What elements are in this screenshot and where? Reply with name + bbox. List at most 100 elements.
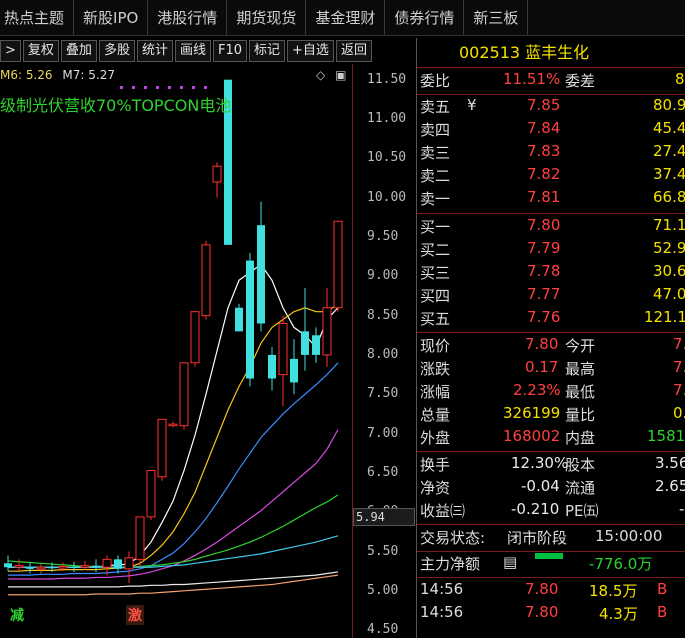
toolbar-button-2[interactable]: 叠加 xyxy=(60,40,97,62)
bid-label: 买五 xyxy=(420,310,451,328)
divider xyxy=(417,524,685,525)
marker-dot xyxy=(120,86,123,89)
fund-value-2: - xyxy=(679,500,685,518)
marker-dot xyxy=(180,86,183,89)
bid-volume: 52.9 xyxy=(653,239,685,257)
stat-label: 总量 xyxy=(420,406,451,424)
price-tick: 6.50 xyxy=(367,464,399,480)
ask-label: 卖二 xyxy=(420,167,451,185)
weibi-value: 11.51% xyxy=(503,70,561,88)
ask-row[interactable]: 卖四 7.84 45.4 xyxy=(417,119,685,142)
candle xyxy=(36,564,46,574)
stat-row: 总量 326199量比 0. xyxy=(417,404,685,427)
price-tick: 11.00 xyxy=(367,111,407,127)
marker-dot xyxy=(156,86,159,89)
candle xyxy=(290,339,298,395)
bid-label: 买二 xyxy=(420,241,451,259)
bid-row[interactable]: 买五 7.76 121.1 xyxy=(417,308,685,331)
price-tick: 8.00 xyxy=(367,346,399,362)
toolbar-button-6[interactable]: F10 xyxy=(212,40,248,62)
candle xyxy=(124,551,134,583)
ask-row[interactable]: 卖五 ¥7.85 80.9 xyxy=(417,96,685,119)
nav-item-3[interactable]: 期货现货 xyxy=(227,0,307,36)
ask-row[interactable]: 卖二 7.82 37.4 xyxy=(417,165,685,188)
stat-value-2: 1581 xyxy=(647,427,685,445)
ask-row[interactable]: 卖一 7.81 66.8 xyxy=(417,188,685,211)
candle xyxy=(278,315,288,407)
ask-mark: ¥ xyxy=(467,96,477,114)
trade-status-time: 15:00:00 xyxy=(595,527,663,545)
main-net-bar xyxy=(535,553,563,559)
ask-row[interactable]: 卖三 7.83 27.4 xyxy=(417,142,685,165)
signal-label-mid: 激 xyxy=(126,605,144,625)
toolbar-button-1[interactable]: 复权 xyxy=(22,40,59,62)
candle xyxy=(312,327,320,363)
trade-status-value: 闭市阶段 xyxy=(507,529,568,547)
fund-value-2: 2.65 xyxy=(655,477,685,495)
ask-volume: 80.9 xyxy=(653,96,685,114)
toolbar-button-5[interactable]: 画线 xyxy=(174,40,211,62)
stat-label-2: 今开 xyxy=(565,337,596,355)
candle xyxy=(4,555,12,572)
price-tick: 9.50 xyxy=(367,228,399,244)
bid-row[interactable]: 买一 7.80 71.1 xyxy=(417,216,685,239)
toolbar-button-8[interactable]: +自选 xyxy=(287,40,334,62)
candle xyxy=(179,362,189,430)
toolbar-button-9[interactable]: 返回 xyxy=(335,40,372,62)
bid-price: 7.79 xyxy=(527,239,561,257)
candle xyxy=(26,562,34,574)
ask-volume: 37.4 xyxy=(653,165,685,183)
stat-value: 168002 xyxy=(503,427,561,445)
ma-line-3 xyxy=(8,429,339,580)
list-icon[interactable]: ▤ xyxy=(503,553,517,571)
fund-row: 净资 -0.04 流通 2.65 xyxy=(417,477,685,500)
fund-label-2: 股本 xyxy=(565,456,596,474)
ask-price: 7.83 xyxy=(527,142,561,160)
candle xyxy=(301,288,309,371)
bid-row[interactable]: 买四 7.77 47.0 xyxy=(417,285,685,308)
ma-line-0 xyxy=(8,263,339,568)
nav-item-2[interactable]: 港股行情 xyxy=(148,0,228,36)
stat-label-2: 最高 xyxy=(565,360,596,378)
candle xyxy=(168,421,178,428)
divider xyxy=(417,213,685,214)
price-tick: 10.00 xyxy=(367,189,407,205)
bid-row[interactable]: 买二 7.79 52.9 xyxy=(417,239,685,262)
toolbar-button-3[interactable]: 多股 xyxy=(98,40,135,62)
ask-label: 卖一 xyxy=(420,190,451,208)
toolbar-button-7[interactable]: 标记 xyxy=(249,40,286,62)
nav-item-5[interactable]: 债券行情 xyxy=(385,0,465,36)
marker-dot xyxy=(204,86,207,89)
fund-value-2: 3.56 xyxy=(655,454,685,472)
nav-item-0[interactable]: 热点主题 xyxy=(0,0,75,36)
candle xyxy=(70,561,78,572)
toolbar-button-0[interactable]: > xyxy=(0,40,21,62)
tick-row: 14:56 7.80 4.3万 B xyxy=(417,603,685,626)
bid-volume: 47.0 xyxy=(653,285,685,303)
candle xyxy=(190,311,200,367)
bid-price: 7.80 xyxy=(527,216,561,234)
nav-item-6[interactable]: 新三板 xyxy=(464,0,529,36)
bid-row[interactable]: 买三 7.78 30.6 xyxy=(417,262,685,285)
signal-label-left: 减 xyxy=(10,608,24,624)
weibi-label: 委比 xyxy=(420,72,451,90)
candle xyxy=(146,470,156,521)
stat-value: 2.23% xyxy=(513,381,561,399)
toolbar-button-4[interactable]: 统计 xyxy=(136,40,173,62)
fund-label-2: 流通 xyxy=(565,479,596,497)
stat-label-2: 内盘 xyxy=(565,429,596,447)
nav-item-4[interactable]: 基金理财 xyxy=(306,0,386,36)
trade-status-row: 交易状态: 闭市阶段 15:00:00 xyxy=(417,527,685,550)
nav-item-1[interactable]: 新股IPO xyxy=(74,0,149,36)
fund-value: 12.30% xyxy=(511,454,569,472)
bid-label: 买一 xyxy=(420,218,451,236)
bid-label: 买四 xyxy=(420,287,451,305)
candle xyxy=(212,162,222,198)
candle xyxy=(322,288,332,367)
stat-value-2: 7. xyxy=(673,358,685,376)
fund-label: 换手 xyxy=(420,456,451,474)
tick-price: 7.80 xyxy=(525,603,559,621)
ask-price: 7.85 xyxy=(527,96,561,114)
tick-time: 14:56 xyxy=(420,603,464,621)
weicha-label: 委差 xyxy=(565,72,596,90)
